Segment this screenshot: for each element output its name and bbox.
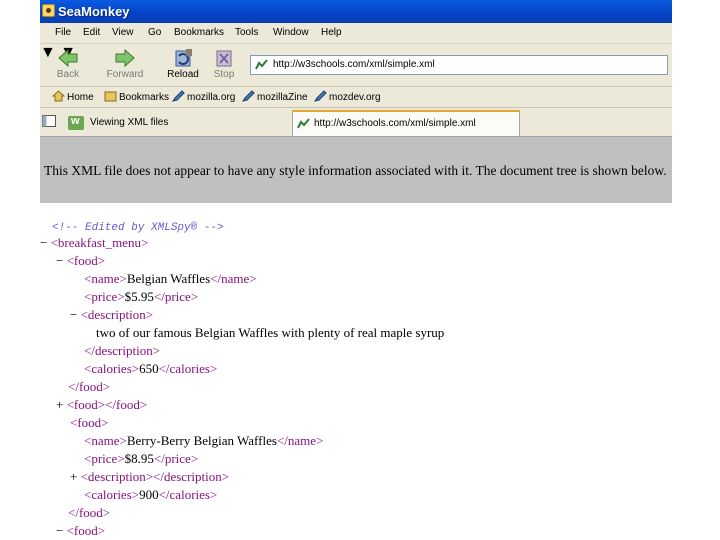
food-calories-value: 650 [139, 361, 159, 376]
xml-line-description-open: − <description> [70, 307, 154, 322]
expand-toggle[interactable]: + [70, 469, 77, 484]
bookmark-pen-icon [314, 90, 327, 102]
tab-viewing-xml-files[interactable]: Viewing XML files [60, 110, 290, 135]
xml-line-food-close: </food> [68, 379, 111, 394]
bookmark-mozilla-org[interactable]: mozilla.org [172, 90, 235, 104]
collapse-toggle[interactable]: − [56, 523, 63, 538]
xml-line-food-open: <food> [70, 415, 109, 430]
xml-line-calories: <calories>900</calories> [84, 487, 218, 502]
food-name-value: Belgian Waffles [126, 271, 211, 286]
stop-icon [216, 50, 232, 67]
bookmarks-toolbar: Home Bookmarks mozilla.org mozillaZine m… [40, 87, 672, 108]
forward-label: Forward [106, 69, 144, 80]
xml-line-description-collapsed: + <description></description> [70, 469, 230, 484]
forward-arrow-icon [115, 48, 135, 68]
url-text: http://w3schools.com/xml/simple.xml [273, 59, 435, 70]
window-title: SeaMonkey [58, 4, 130, 19]
back-button[interactable]: Back [52, 46, 84, 84]
xml-line-food-collapsed: + <food></food> [56, 397, 148, 412]
reload-button[interactable]: Reload [164, 46, 202, 84]
bookmark-home-label: Home [67, 92, 94, 103]
food-description-value: two of our famous Belgian Waffles with p… [96, 325, 445, 340]
bookmark-mozillazine[interactable]: mozillaZine [242, 90, 308, 104]
xml-line-description-close: </description> [84, 343, 161, 358]
bookmark-mozdev-org[interactable]: mozdev.org [314, 90, 381, 104]
bookmark-bookmarks[interactable]: Bookmarks [104, 90, 169, 104]
xml-line-food-open: − <food> [56, 523, 106, 538]
food-price-value: $8.95 [124, 451, 154, 466]
xml-comment: <!-- Edited by XMLSpy® --> [52, 222, 224, 234]
tab-label: http://w3schools.com/xml/simple.xml [314, 118, 476, 129]
collapse-toggle[interactable]: − [40, 235, 47, 250]
menu-view[interactable]: View [112, 27, 134, 38]
xml-line-food-open: − <food> [56, 253, 106, 268]
menu-file[interactable]: File [55, 27, 71, 38]
menu-help[interactable]: Help [321, 27, 342, 38]
xml-line-name: <name>Berry-Berry Belgian Waffles</name> [84, 433, 324, 448]
bookmark-pen-icon [242, 90, 255, 102]
tab-simple-xml[interactable]: http://w3schools.com/xml/simple.xml [292, 110, 520, 136]
food-calories-value: 900 [139, 487, 159, 502]
stop-label: Stop [213, 69, 235, 80]
seamonkey-app-icon [42, 4, 55, 17]
xml-line-breakfast-menu: − <breakfast_menu> [40, 235, 149, 250]
xml-info-banner: This XML file does not appear to have an… [40, 137, 672, 203]
tab-label: Viewing XML files [90, 117, 169, 128]
xml-document-tree: <!-- Edited by XMLSpy® --> − <breakfast_… [40, 203, 672, 540]
back-arrow-icon [58, 48, 78, 68]
xml-info-message: This XML file does not appear to have an… [44, 163, 667, 178]
xml-line-food-close: </food> [68, 505, 111, 520]
title-bar: SeaMonkey [40, 0, 672, 23]
collapse-toggle[interactable]: − [56, 253, 63, 268]
menu-bar: File Edit View Go Bookmarks Tools Window… [40, 23, 672, 44]
url-bar[interactable]: http://w3schools.com/xml/simple.xml [250, 55, 668, 75]
back-label: Back [56, 69, 80, 80]
tab-bar: Viewing XML files http://w3schools.com/x… [40, 108, 672, 137]
xml-line-price: <price>$5.95</price> [84, 289, 199, 304]
bookmark-mozilla-org-label: mozilla.org [187, 92, 236, 103]
page-icon [297, 118, 310, 129]
bookmark-pen-icon [172, 90, 185, 102]
page-icon [255, 59, 268, 70]
xml-line-price: <price>$8.95</price> [84, 451, 199, 466]
bookmark-mozillazine-label: mozillaZine [257, 92, 308, 103]
expand-toggle[interactable]: + [56, 397, 63, 412]
collapse-toggle[interactable]: − [70, 307, 77, 322]
browser-window: SeaMonkey File Edit View Go Bookmarks To… [40, 0, 672, 540]
reload-label: Reload [167, 69, 199, 80]
xml-line-description-text: two of our famous Belgian Waffles with p… [96, 324, 444, 342]
menu-bookmarks[interactable]: Bookmarks [174, 27, 224, 38]
xml-line-name: <name>Belgian Waffles</name> [84, 271, 257, 286]
bookmark-bookmarks-label: Bookmarks [119, 92, 170, 103]
xml-line-calories: <calories>650</calories> [84, 361, 218, 376]
w3schools-favicon [68, 115, 84, 130]
navigation-toolbar: Back ▼ Forward ▼ Reload Stop [40, 44, 672, 87]
menu-edit[interactable]: Edit [83, 27, 100, 38]
menu-window[interactable]: Window [273, 27, 309, 38]
reload-icon [175, 49, 192, 67]
bookmark-mozdev-org-label: mozdev.org [329, 92, 381, 103]
menu-go[interactable]: Go [148, 27, 161, 38]
forward-button[interactable]: Forward [102, 46, 148, 84]
food-name-value: Berry-Berry Belgian Waffles [126, 433, 277, 448]
stop-button[interactable]: Stop [208, 46, 240, 84]
home-icon [52, 90, 65, 102]
bookmarks-folder-icon [104, 91, 117, 102]
food-price-value: $5.95 [124, 289, 154, 304]
sidebar-toggle-icon[interactable] [42, 115, 56, 127]
menu-tools[interactable]: Tools [235, 27, 258, 38]
bookmark-home[interactable]: Home [52, 90, 94, 104]
